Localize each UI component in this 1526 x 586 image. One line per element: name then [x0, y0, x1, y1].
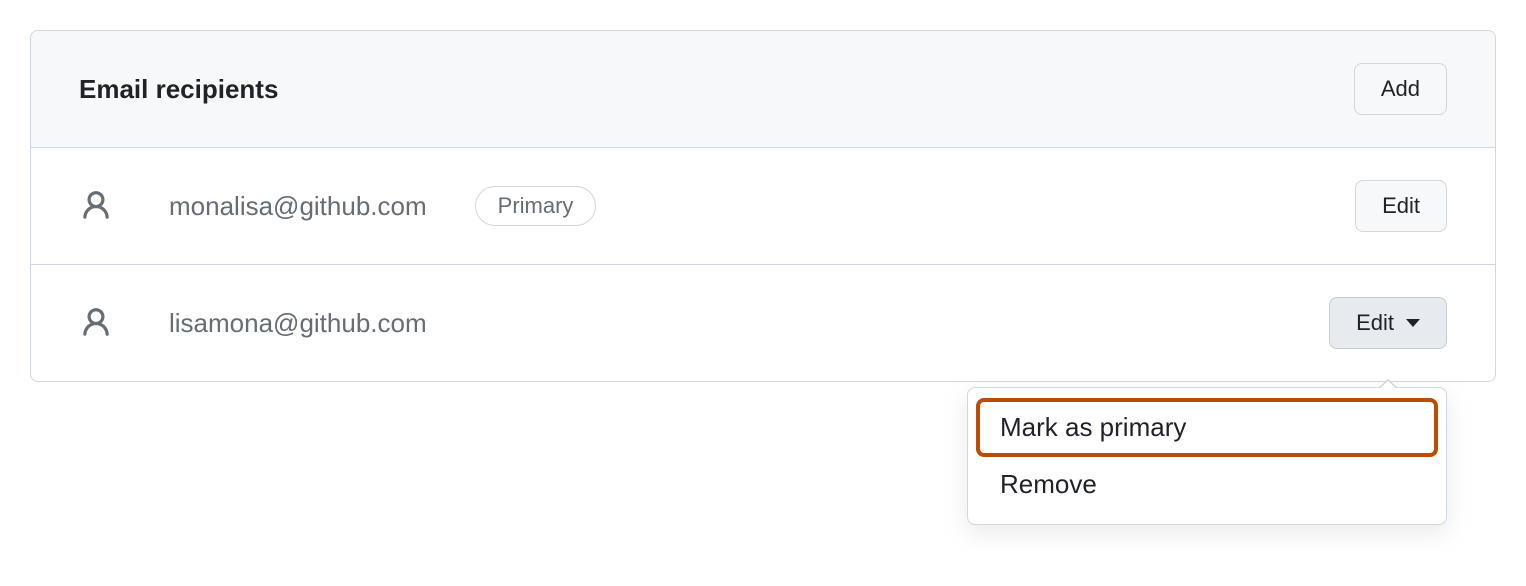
email-recipients-panel: Email recipients Add monalisa@github.com… [30, 30, 1496, 382]
remove-item[interactable]: Remove [978, 457, 1436, 512]
panel-title: Email recipients [79, 74, 278, 105]
edit-button-label: Edit [1356, 310, 1394, 336]
recipient-email: monalisa@github.com [169, 191, 427, 222]
recipient-email: lisamona@github.com [169, 308, 427, 339]
add-button[interactable]: Add [1354, 63, 1447, 115]
panel-header: Email recipients Add [31, 31, 1495, 148]
mark-as-primary-item[interactable]: Mark as primary [978, 400, 1436, 455]
add-button-label: Add [1381, 76, 1420, 102]
edit-dropdown-menu: Mark as primary Remove [967, 387, 1447, 525]
edit-button[interactable]: Edit [1355, 180, 1447, 232]
person-icon [79, 189, 113, 223]
edit-button-label: Edit [1382, 193, 1420, 219]
edit-dropdown-button[interactable]: Edit [1329, 297, 1447, 349]
caret-down-icon [1406, 319, 1420, 327]
primary-badge: Primary [475, 186, 597, 226]
recipient-row: monalisa@github.com Primary Edit [31, 148, 1495, 265]
person-icon [79, 306, 113, 340]
recipient-row: lisamona@github.com Edit Mark as primary… [31, 265, 1495, 381]
